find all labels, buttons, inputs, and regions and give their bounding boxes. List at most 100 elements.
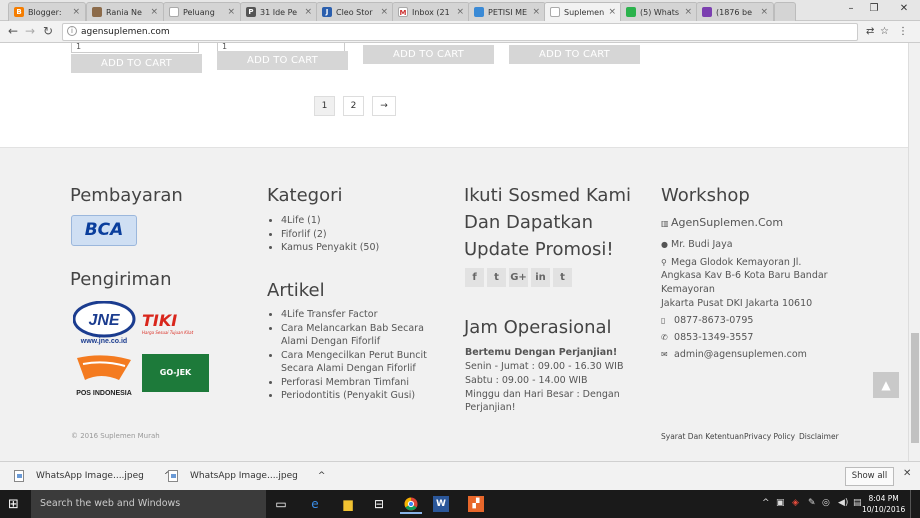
back-icon[interactable]: ← — [8, 24, 18, 38]
browser-tab[interactable]: (5) Whats × — [620, 2, 698, 21]
artikel-list: 4Life Transfer Factor Cara Melancarkan B… — [268, 308, 443, 403]
syarat-link[interactable]: Syarat Dan Ketentuan — [661, 432, 744, 441]
social-links: f t G+ in t — [465, 268, 572, 287]
show-desktop-button[interactable] — [910, 490, 920, 518]
tray-app-icon[interactable]: ▣ — [776, 498, 785, 508]
linkedin-icon[interactable]: in — [531, 268, 550, 287]
tray-app-icon[interactable]: ✎ — [808, 498, 816, 508]
bookmark-star-icon[interactable]: ☆ — [880, 26, 889, 37]
tab-close-icon[interactable]: × — [608, 7, 616, 17]
info-icon[interactable]: i — [67, 26, 77, 36]
download-item[interactable]: WhatsApp Image....jpeg ^ — [14, 470, 171, 482]
browser-tab[interactable]: P 31 Ide Pe × — [240, 2, 318, 21]
jam-line: Sabtu : 09.00 - 14.00 WIB — [465, 375, 588, 386]
new-tab-button[interactable] — [774, 2, 796, 21]
tab-close-icon[interactable]: × — [380, 7, 388, 17]
tab-close-icon[interactable]: × — [304, 7, 312, 17]
kategori-link[interactable]: 4Life (1) — [281, 214, 438, 228]
show-all-button[interactable]: Show all — [845, 467, 894, 486]
tumblr-icon[interactable]: t — [553, 268, 572, 287]
tab-close-icon[interactable]: × — [72, 7, 80, 17]
page-scrollbar[interactable] — [908, 43, 920, 461]
artikel-link[interactable]: Perforasi Membran Timfani — [281, 376, 443, 390]
browser-tab[interactable]: M Inbox (21 × — [392, 2, 470, 21]
browser-tab[interactable]: Peluang × — [163, 2, 241, 21]
chevron-up-icon[interactable]: ^ — [318, 471, 326, 481]
google-plus-icon[interactable]: G+ — [509, 268, 528, 287]
volume-icon[interactable]: ◀) — [838, 498, 848, 508]
kategori-link[interactable]: Kamus Penyakit (50) — [281, 241, 438, 255]
forward-icon[interactable]: → — [25, 24, 35, 38]
tab-close-icon[interactable]: × — [150, 7, 158, 17]
maximize-icon[interactable]: ❐ — [865, 3, 883, 14]
reload-icon[interactable]: ↻ — [43, 24, 53, 38]
file-icon — [168, 470, 178, 482]
browser-tab[interactable]: Rania Ne × — [86, 2, 164, 21]
tab-close-icon[interactable]: × — [760, 7, 768, 17]
tab-close-icon[interactable]: × — [227, 7, 235, 17]
minimize-icon[interactable]: – — [842, 3, 860, 14]
pos-indonesia-logo: POS INDONESIA — [71, 350, 138, 398]
tab-close-icon[interactable]: × — [456, 7, 464, 17]
add-to-cart-button[interactable]: ADD TO CART — [363, 45, 494, 64]
tab-close-icon[interactable]: × — [684, 7, 692, 17]
download-item[interactable]: WhatsApp Image....jpeg ^ — [168, 470, 325, 482]
kategori-link[interactable]: Fiforlif (2) — [281, 228, 438, 242]
file-explorer-icon[interactable]: ▆ — [337, 494, 359, 514]
tiki-logo: TIKI Harga Sesuai Tujuan Kilat — [142, 311, 208, 335]
tray-app-icon[interactable]: ◎ — [822, 498, 830, 508]
artikel-link[interactable]: Periodontitis (Penyakit Gusi) — [281, 389, 443, 403]
disclaimer-link[interactable]: Disclaimer — [799, 432, 839, 441]
tab-title: 31 Ide Pe — [260, 7, 298, 17]
tab-favicon-icon — [92, 7, 102, 17]
store-icon[interactable]: ⊟ — [368, 494, 390, 514]
word-icon[interactable]: W — [433, 496, 449, 512]
tray-expand-icon[interactable]: ^ — [762, 498, 770, 508]
privacy-policy-link[interactable]: Privacy Policy — [744, 432, 795, 441]
scrollbar-thumb[interactable] — [911, 333, 919, 443]
jne-text: JNE — [88, 312, 120, 329]
add-to-cart-button[interactable]: ADD TO CART — [217, 51, 348, 70]
chrome-icon[interactable] — [400, 494, 422, 514]
twitter-icon[interactable]: t — [487, 268, 506, 287]
mobile-icon: ▯ — [661, 316, 666, 325]
task-view-icon[interactable]: ▭ — [270, 494, 292, 514]
notifications-icon[interactable]: ▤ — [853, 498, 862, 508]
quantity-input[interactable]: 1 — [71, 43, 199, 53]
taskbar-clock[interactable]: 8:04 PM 10/10/2016 — [862, 493, 905, 515]
jam-operasional-heading: Jam Operasional — [464, 317, 612, 338]
file-icon — [14, 470, 24, 482]
address-line: Kemayoran — [661, 284, 715, 295]
page-1-link[interactable]: 1 — [314, 96, 335, 116]
menu-kebab-icon[interactable]: ⋮ — [898, 26, 908, 37]
back-to-top-button[interactable]: ▲ — [873, 372, 899, 398]
time-text: 8:04 PM — [868, 494, 899, 503]
browser-tab[interactable]: (1876 be × — [696, 2, 774, 21]
pos-text: POS INDONESIA — [76, 390, 132, 397]
browser-tab[interactable]: B Blogger: × — [8, 2, 86, 21]
tab-title: Cleo Stor — [336, 7, 373, 17]
browser-tab[interactable]: PETISI ME × — [468, 2, 546, 21]
url-input[interactable]: i agensuplemen.com — [62, 23, 858, 41]
add-to-cart-button[interactable]: ADD TO CART — [509, 45, 640, 64]
translate-icon[interactable]: ⇄ — [866, 26, 874, 37]
next-page-link[interactable]: → — [372, 96, 396, 116]
tab-close-icon[interactable]: × — [532, 7, 540, 17]
page-2-link[interactable]: 2 — [343, 96, 364, 116]
app-icon[interactable]: ▞ — [468, 496, 484, 512]
add-to-cart-button[interactable]: ADD TO CART — [71, 54, 202, 73]
tray-app-icon[interactable]: ◈ — [792, 498, 799, 508]
facebook-icon[interactable]: f — [465, 268, 484, 287]
taskbar-search-box[interactable]: Search the web and Windows — [31, 490, 266, 518]
tab-favicon-icon: P — [246, 7, 256, 17]
artikel-link[interactable]: 4Life Transfer Factor — [281, 308, 443, 322]
user-icon: ● — [661, 240, 668, 249]
browser-tab[interactable]: Suplemen × — [544, 2, 622, 21]
close-window-icon[interactable]: ✕ — [895, 3, 913, 14]
windows-start-icon[interactable]: ⊞ — [8, 497, 19, 512]
browser-tab[interactable]: J Cleo Stor × — [316, 2, 394, 21]
edge-icon[interactable]: e — [304, 494, 326, 514]
artikel-link[interactable]: Cara Mengecilkan Perut Buncit Secara Ala… — [281, 349, 443, 376]
artikel-link[interactable]: Cara Melancarkan Bab Secara Alami Dengan… — [281, 322, 443, 349]
close-download-bar-icon[interactable]: ✕ — [903, 468, 911, 479]
